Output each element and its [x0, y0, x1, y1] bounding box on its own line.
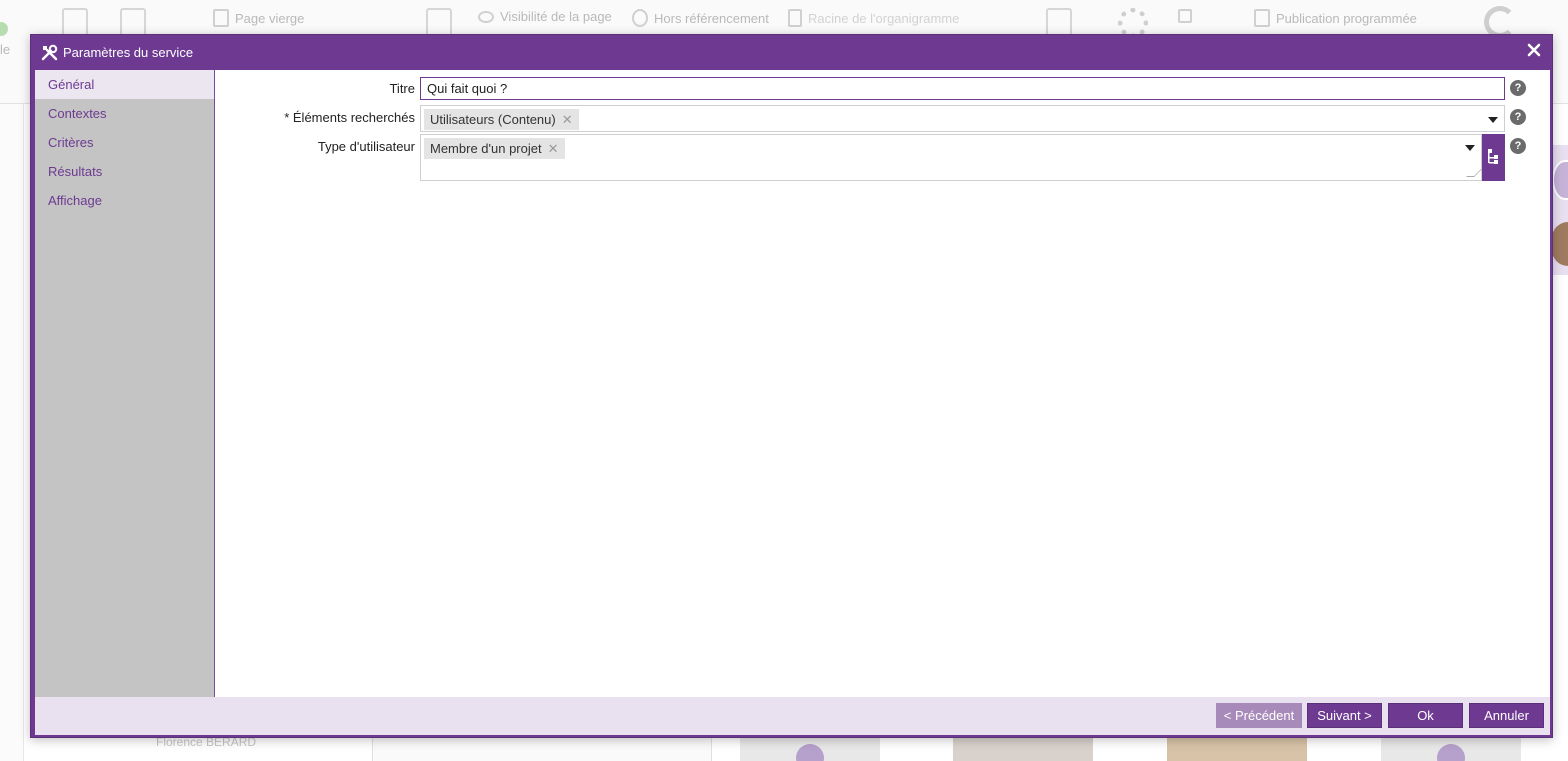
dialog-sidebar: Général Contextes Critères Résultats Aff…	[35, 70, 215, 697]
dialog-main: Titre ? * Éléments recherchés Utilisateu…	[216, 70, 1550, 697]
resize-handle[interactable]	[1466, 169, 1482, 177]
chevron-down-icon[interactable]	[1488, 117, 1498, 123]
tree-icon	[1488, 149, 1498, 164]
remove-tag-icon[interactable]: ✕	[562, 112, 573, 128]
no-referencing-icon	[632, 9, 648, 27]
toolbar-scheduled-publication: Publication programmée	[1254, 9, 1417, 27]
title-input[interactable]	[420, 77, 1505, 100]
cancel-button[interactable]: Annuler	[1469, 703, 1544, 728]
title-label: Titre	[389, 81, 415, 96]
blank-page-icon	[213, 9, 229, 27]
next-button[interactable]: Suivant >	[1307, 703, 1382, 728]
sidebar-item-contexts[interactable]: Contextes	[35, 99, 214, 128]
remove-tag-icon[interactable]: ✕	[548, 141, 559, 157]
background-panel	[372, 738, 712, 761]
searched-elements-select[interactable]: Utilisateurs (Contenu) ✕	[420, 105, 1505, 132]
tree-select-button[interactable]	[1482, 134, 1505, 181]
user-type-label: Type d'utilisateur	[317, 139, 415, 154]
eye-icon	[478, 10, 494, 23]
toolbar-org-root: Racine de l'organigramme	[788, 9, 959, 27]
ok-button[interactable]: Ok	[1388, 703, 1463, 728]
help-icon[interactable]: ?	[1510, 80, 1526, 96]
dialog-header: Paramètres du service	[31, 35, 1552, 70]
dialog-footer: < Précédent Suivant > Ok Annuler	[35, 697, 1550, 735]
tag-label: Utilisateurs (Contenu)	[430, 112, 556, 127]
tools-icon	[41, 44, 58, 61]
sidebar-item-display[interactable]: Affichage	[35, 186, 214, 215]
toolbar-page-vierge: Page vierge	[213, 9, 304, 27]
service-parameters-dialog: Paramètres du service Général Contextes …	[30, 34, 1553, 738]
help-icon[interactable]: ?	[1510, 109, 1526, 125]
chevron-down-icon[interactable]	[1465, 145, 1475, 151]
background-avatar	[1167, 738, 1307, 761]
dialog-body: Général Contextes Critères Résultats Aff…	[35, 70, 1550, 697]
previous-button[interactable]: < Précédent	[1216, 703, 1302, 728]
tag-label: Membre d'un projet	[430, 141, 542, 156]
background-avatar	[953, 738, 1093, 761]
help-icon[interactable]: ?	[1510, 138, 1526, 154]
close-icon[interactable]	[1525, 42, 1543, 60]
sidebar-item-results[interactable]: Résultats	[35, 157, 214, 186]
tag-item: Membre d'un projet ✕	[424, 138, 565, 159]
org-chart-icon	[788, 9, 802, 27]
sidebar-item-general[interactable]: Général	[35, 70, 214, 99]
wrench-icon	[1178, 9, 1192, 23]
background-avatar	[1381, 738, 1521, 761]
sidebar-item-criteria[interactable]: Critères	[35, 128, 214, 157]
toolbar-visibility: Visibilité de la page	[478, 9, 612, 24]
add-icon	[0, 22, 8, 36]
searched-elements-label: * Éléments recherchés	[284, 110, 415, 125]
background-left-column	[0, 104, 24, 761]
background-avatar	[740, 738, 880, 761]
background-avatar-photo	[1552, 222, 1568, 266]
dialog-title: Paramètres du service	[63, 45, 194, 60]
tag-item: Utilisateurs (Contenu) ✕	[424, 109, 579, 130]
user-type-select[interactable]: Membre d'un projet ✕	[420, 134, 1482, 181]
calendar-icon	[1254, 9, 1270, 27]
background-toolbar-left-label: le	[0, 42, 11, 57]
toolbar-no-referencing: Hors référencement	[632, 9, 769, 27]
